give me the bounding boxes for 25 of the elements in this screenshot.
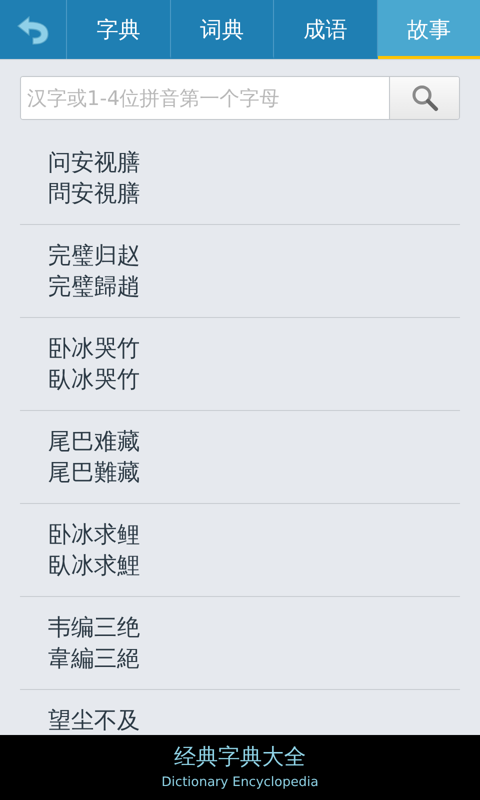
story-item[interactable]: 问安视膳 問安視膳 bbox=[20, 132, 460, 225]
story-title: 问安视膳 bbox=[48, 149, 141, 178]
story-title: 尾巴难藏 bbox=[48, 428, 141, 457]
story-title: 韦编三绝 bbox=[48, 614, 141, 643]
story-item[interactable]: 完璧归赵 完璧歸趙 bbox=[20, 225, 460, 318]
story-title-traditional: 問安視膳 bbox=[48, 180, 141, 209]
back-arrow-icon bbox=[15, 14, 51, 44]
banner-title: 经典字典大全 bbox=[174, 744, 306, 772]
story-title: 卧冰哭竹 bbox=[48, 335, 141, 364]
story-item[interactable]: 卧冰哭竹 臥冰哭竹 bbox=[20, 318, 460, 411]
story-title-traditional: 完璧歸趙 bbox=[48, 273, 141, 302]
story-item[interactable]: 尾巴难藏 尾巴難藏 bbox=[20, 411, 460, 504]
banner-subtitle: Dictionary Encyclopedia bbox=[162, 774, 318, 792]
story-item[interactable]: 卧冰求鲤 臥冰求鯉 bbox=[20, 504, 460, 597]
story-title-traditional: 尾巴難藏 bbox=[48, 459, 141, 488]
story-title-traditional: 韋編三絕 bbox=[48, 645, 141, 674]
story-item[interactable]: 韦编三绝 韋編三絕 bbox=[20, 597, 460, 690]
story-title: 完璧归赵 bbox=[48, 242, 141, 271]
search-field[interactable]: 汉字或1-4位拼音第一个字母 bbox=[20, 76, 460, 120]
story-title: 望尘不及 bbox=[48, 707, 141, 735]
search-icon bbox=[410, 84, 438, 112]
story-title-traditional: 臥冰求鯉 bbox=[48, 552, 141, 581]
story-title-traditional: 臥冰哭竹 bbox=[48, 366, 141, 395]
story-title: 卧冰求鲤 bbox=[48, 521, 141, 550]
search-button[interactable] bbox=[389, 77, 459, 119]
